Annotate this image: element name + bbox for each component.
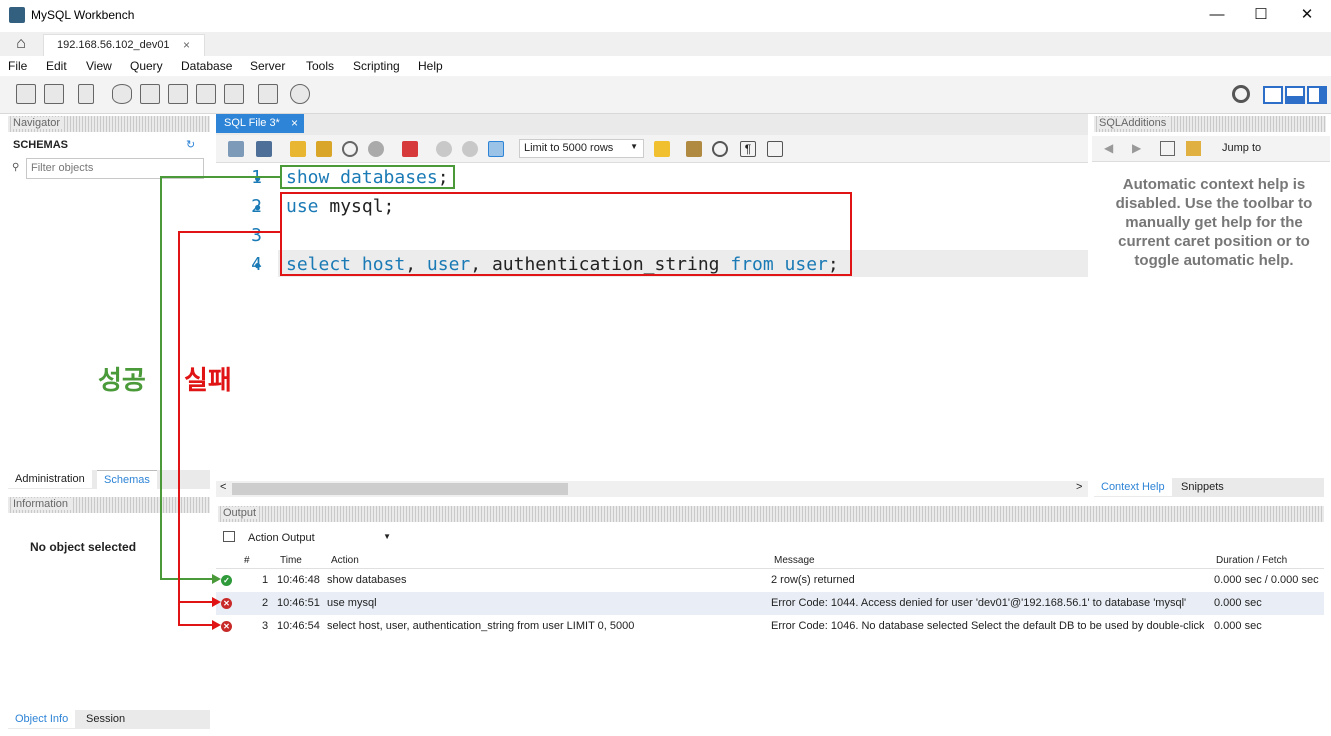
fail-label: 실패 [184,365,232,395]
success-label: 성공 [98,365,146,395]
